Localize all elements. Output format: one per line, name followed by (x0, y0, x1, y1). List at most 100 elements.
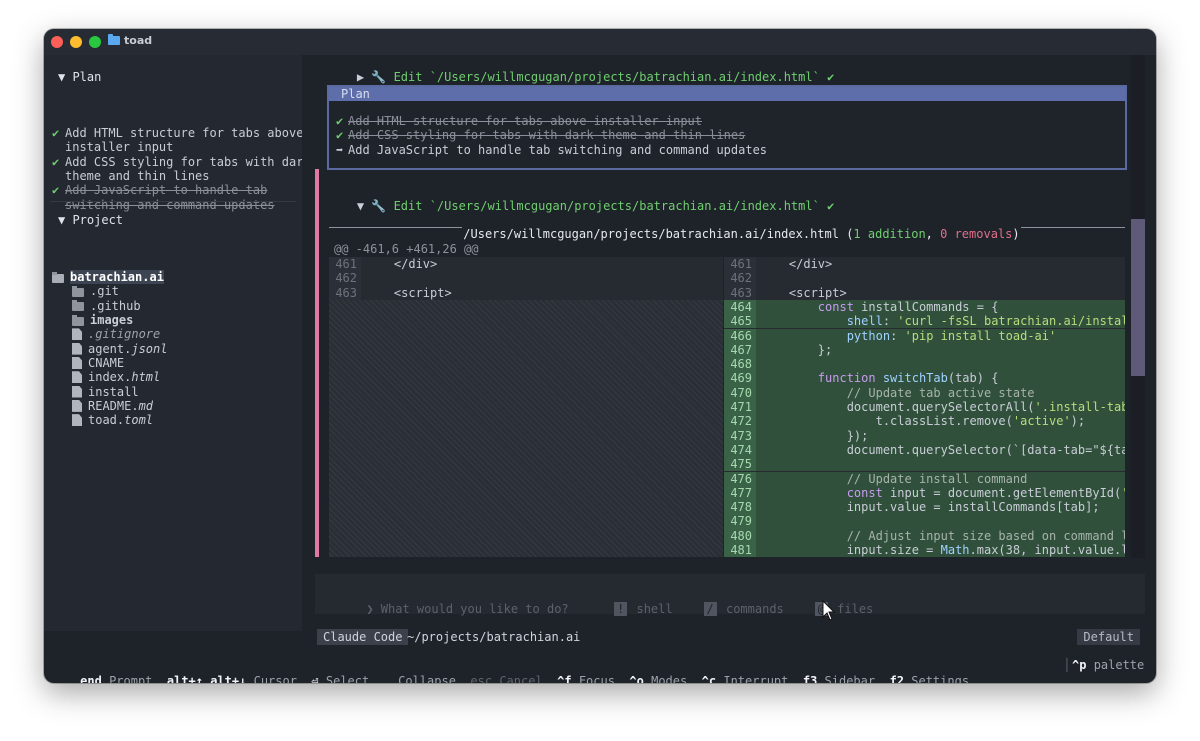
folder-icon (72, 314, 84, 326)
check-icon: ✔ (52, 154, 60, 169)
added-line: 468 (724, 357, 1125, 372)
code-line: document.querySelector(`[data-tab="${tab… (760, 442, 1125, 457)
binding-key: ⏎ (311, 674, 319, 683)
tree-item[interactable]: .github (72, 299, 141, 313)
key-binding[interactable]: ^f Focus (557, 674, 615, 683)
binding-label: Sidebar (824, 674, 876, 683)
key-binding[interactable]: ^o Modes (629, 674, 687, 683)
tree-item[interactable]: images (72, 313, 133, 327)
expand-arrow-icon[interactable]: ▶ (357, 70, 364, 84)
tool-label: Edit (393, 70, 423, 85)
code-line: t.classList.remove('active'); (760, 414, 1086, 429)
line-number: 467 (724, 342, 756, 358)
line-number: 471 (724, 400, 756, 415)
prompt-input[interactable]: ❯ What would you like to do? ! shell / c… (315, 574, 1145, 616)
binding-label: Select (325, 674, 370, 683)
plan-line-text: theme and thin lines (65, 168, 210, 183)
file-icon (72, 328, 82, 341)
line-number: 462 (724, 271, 756, 286)
added-line: 481 input.size = Math.max(38, input.valu… (724, 543, 1125, 557)
key-binding[interactable]: alt+↑ alt+↓ Cursor (167, 674, 297, 683)
plan-section-header[interactable]: ▼ Plan (58, 70, 101, 84)
key-binding[interactable]: f2 Settings (890, 674, 969, 683)
added-line: 469 function switchTab(tab) { (724, 371, 1125, 386)
project-section-header[interactable]: ▼ Project (58, 213, 123, 227)
scrollbar-thumb[interactable] (1131, 219, 1145, 376)
minimize-window-button[interactable] (70, 36, 82, 48)
code-line: document.querySelectorAll('.install-tab'… (760, 400, 1125, 414)
code-line: }); (760, 428, 869, 443)
key-binding[interactable]: ⏎ Select (311, 674, 369, 683)
binding-label: Prompt (109, 674, 153, 683)
window-title-text: toad (124, 34, 153, 47)
added-line: 480 // Adjust input size based on comman… (724, 528, 1125, 543)
wrench-icon: 🔧 (371, 70, 387, 85)
line-number: 462 (329, 271, 361, 286)
code-line: python: 'pip install toad-ai' (846, 328, 1057, 343)
title-bar: toad (44, 29, 1156, 55)
key-binding[interactable]: _ Collapse (384, 674, 456, 683)
line-number: 476 (724, 471, 756, 486)
maximize-window-button[interactable] (89, 36, 101, 48)
key-binding[interactable]: ^c Interrupt (702, 674, 789, 683)
tree-item[interactable]: .gitignore (72, 327, 160, 341)
folder-open-icon (52, 271, 64, 283)
plan-line-text: Add JavaScript to handle tab (65, 183, 268, 198)
tree-item-label: .git (90, 284, 119, 299)
agent-badge[interactable]: Claude Code (317, 629, 409, 645)
code-line: <script> (760, 285, 847, 300)
hint-key: / (703, 602, 717, 616)
diff-right-pane: 461 </div> 462 463 <script> 464 const insta… (724, 257, 1125, 557)
tree-item[interactable]: batrachian.ai (52, 270, 164, 285)
tree-item-label: CNAME (88, 355, 125, 370)
folder-icon (72, 300, 84, 312)
plan-line: switching and command updates (52, 198, 275, 212)
key-binding[interactable]: f3 Sidebar (803, 674, 875, 683)
binding-label: Collapse (398, 674, 456, 683)
palette-label: palette (1093, 658, 1145, 672)
diff-hunk-header: @@ -461,6 +461,26 @@ (334, 242, 479, 256)
line-number: 472 (724, 414, 756, 429)
check-icon: ✔ (827, 199, 835, 214)
diff-additions: 1 addition (853, 227, 926, 241)
tree-item[interactable]: CNAME (72, 356, 124, 370)
close-window-button[interactable] (51, 36, 63, 48)
tree-item[interactable]: README.md (72, 399, 153, 413)
key-binding[interactable]: esc Cancel (470, 674, 542, 683)
plan-line-text: switching and command updates (65, 197, 275, 212)
diff-removals: 0 removals (940, 227, 1013, 241)
binding-label: Interrupt (723, 674, 789, 683)
tree-item-label: toad.toml (88, 413, 153, 427)
folder-icon (108, 34, 120, 45)
line-number: 465 (724, 314, 756, 329)
line-number: 477 (724, 485, 756, 501)
binding-key: end (80, 674, 102, 683)
tree-item[interactable]: toad.toml (72, 413, 153, 427)
plan-panel-item-text: Add HTML structure for tabs above instal… (348, 114, 703, 128)
conversation-scrollbar[interactable] (1131, 55, 1145, 558)
tree-item-label: install (88, 384, 139, 399)
footer-separator: ▕ (1060, 658, 1068, 672)
file-basename: agent. (88, 341, 132, 356)
working-directory: ~/projects/batrachian.ai (407, 630, 581, 644)
collapse-arrow-icon[interactable]: ▼ (357, 199, 364, 213)
palette-binding[interactable]: ^p palette (1072, 657, 1144, 673)
code-line: }; (760, 342, 833, 357)
tree-item[interactable]: install (72, 384, 139, 399)
tree-item[interactable]: .git (72, 284, 119, 298)
mode-badge[interactable]: Default (1077, 629, 1140, 645)
check-icon: ✔ (336, 128, 344, 143)
file-icon (72, 414, 82, 427)
line-number: 469 (724, 371, 756, 386)
line-number: 464 (724, 299, 756, 315)
key-binding[interactable]: end Prompt (80, 674, 152, 683)
tree-item[interactable]: index.html (72, 370, 160, 384)
plan-line: ✔ Add JavaScript to handle tab (52, 183, 267, 197)
sidebar: ▼ Plan ✔ Add HTML structure for tabs abov… (44, 55, 311, 631)
plan-panel-item-text: Add CSS styling for tabs with dark theme… (348, 128, 746, 143)
file-icon (72, 399, 82, 412)
added-line: 475 (724, 457, 1125, 472)
plan-panel-item: ➡ Add JavaScript to handle tab switching … (336, 143, 767, 157)
tree-item-label: batrachian.ai (70, 270, 164, 285)
tree-item[interactable]: agent.jsonl (72, 342, 167, 356)
